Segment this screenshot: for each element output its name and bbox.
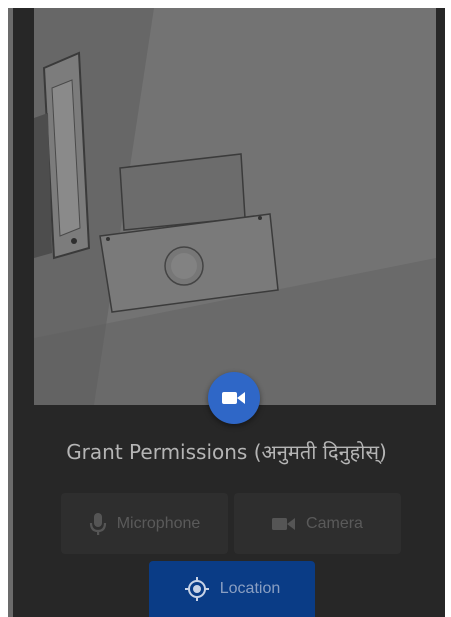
location-permission-button[interactable]: Location bbox=[149, 561, 315, 617]
microphone-permission-button[interactable]: Microphone bbox=[61, 493, 228, 554]
left-edge-strip bbox=[8, 8, 13, 617]
location-target-icon bbox=[184, 576, 210, 602]
location-label: Location bbox=[219, 580, 281, 597]
screenshot-frame: Grant Permissions (अनुमती दिनुहोस्) Micr… bbox=[0, 0, 451, 617]
permissions-title: Grant Permissions (अनुमती दिनुहोस्) bbox=[66, 440, 387, 464]
microphone-icon bbox=[89, 512, 107, 536]
camera-preview bbox=[34, 8, 436, 405]
camera-permission-button[interactable]: Camera bbox=[234, 493, 401, 554]
permission-screen: Grant Permissions (अनुमती दिनुहोस्) Micr… bbox=[8, 8, 445, 617]
record-video-button[interactable] bbox=[208, 372, 260, 424]
microphone-label: Microphone bbox=[116, 514, 201, 532]
videocam-icon bbox=[272, 516, 296, 532]
videocam-icon bbox=[222, 390, 246, 406]
camera-feed-image bbox=[34, 8, 436, 405]
camera-label: Camera bbox=[306, 514, 363, 532]
